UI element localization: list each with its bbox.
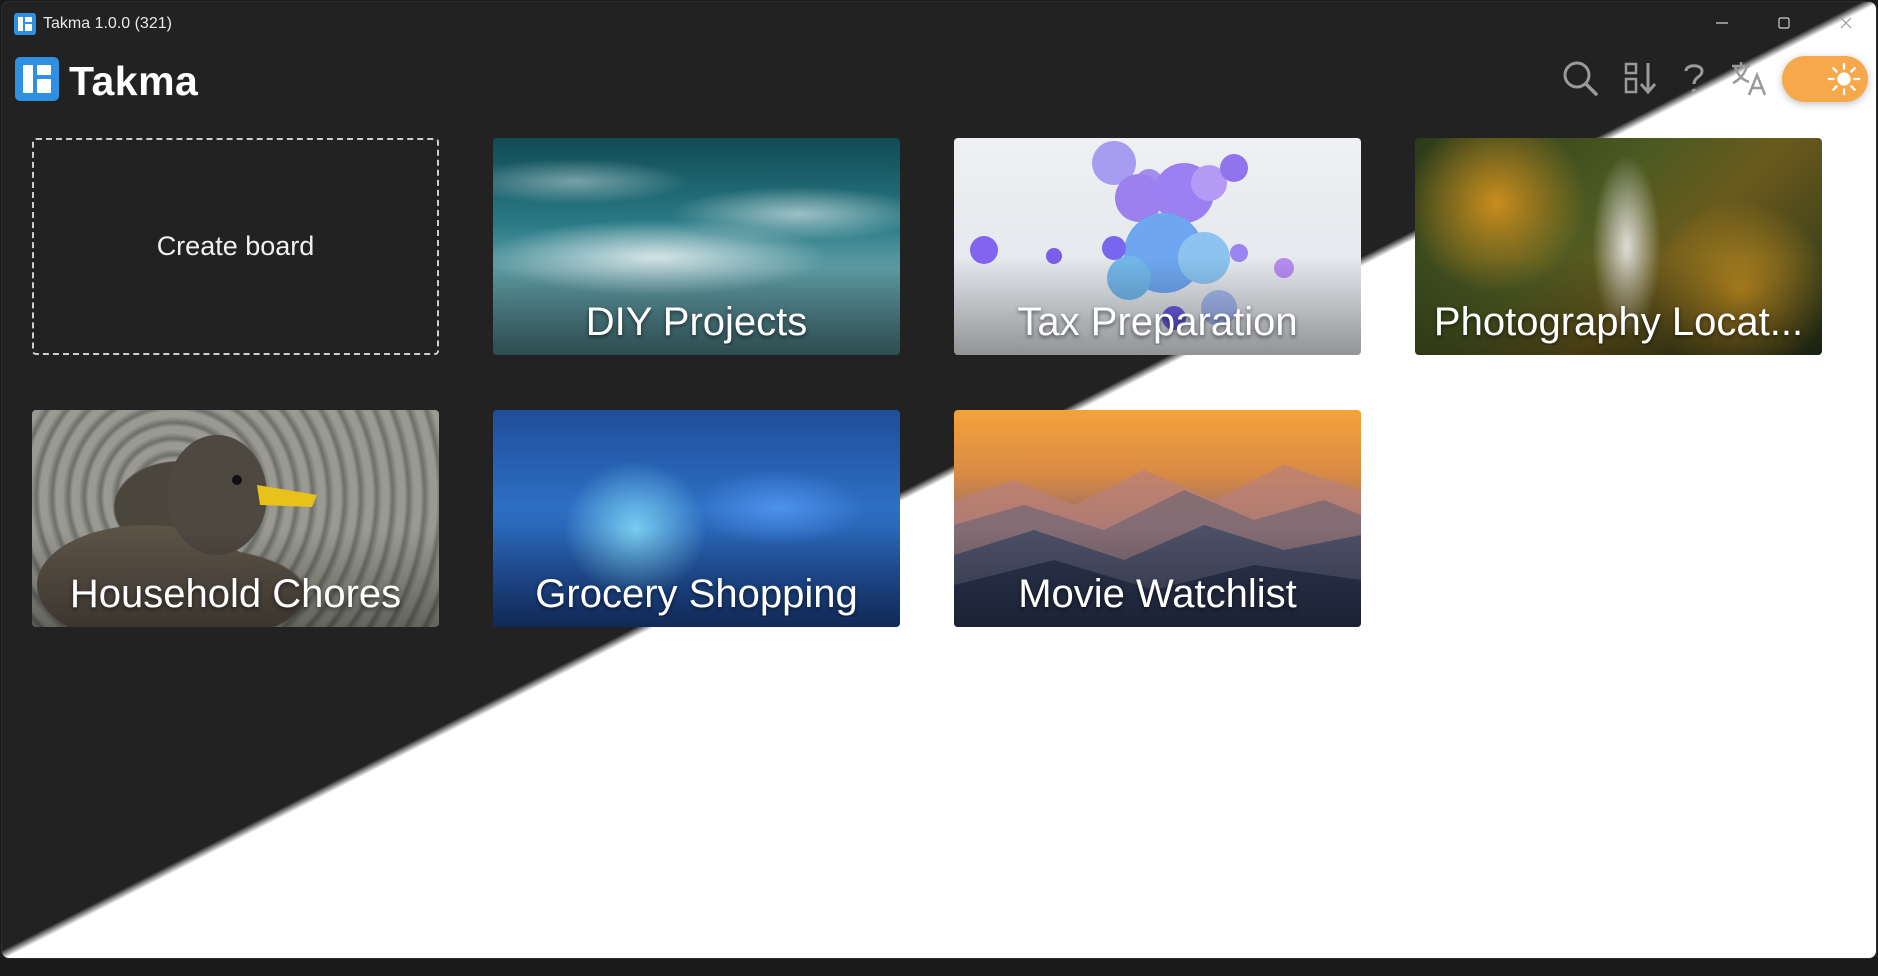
sort-button[interactable]: [1618, 56, 1662, 100]
window-title: Takma 1.0.0 (321): [43, 15, 172, 32]
search-icon: [1563, 61, 1598, 96]
sort-icon: [1624, 62, 1657, 95]
board-card[interactable]: Grocery Shopping: [493, 410, 900, 627]
create-board-button[interactable]: Create board: [32, 138, 439, 355]
close-button[interactable]: [1823, 8, 1869, 38]
close-icon: [1840, 17, 1852, 29]
maximize-button[interactable]: [1761, 8, 1807, 38]
board-title: Tax Preparation: [1017, 300, 1298, 344]
board-title: Household Chores: [69, 572, 402, 616]
board-card[interactable]: Photography Locat...: [1415, 138, 1822, 355]
takma-logo-icon: [15, 57, 59, 101]
board-title: Movie Watchlist: [1018, 572, 1297, 616]
app-brand-name: Takma: [69, 58, 199, 104]
board-card[interactable]: Household Chores: [32, 410, 439, 627]
search-button[interactable]: [1558, 56, 1602, 100]
board-card[interactable]: DIY Projects: [493, 138, 900, 355]
help-button[interactable]: [1672, 56, 1716, 100]
theme-toggle[interactable]: [1782, 56, 1868, 102]
app-header: Takma: [2, 46, 1876, 112]
app-logo-icon: [14, 13, 36, 35]
theme-toggle-knob: [1826, 61, 1862, 97]
sun-icon: [1827, 62, 1861, 96]
help-icon: [1684, 64, 1704, 94]
board-card[interactable]: Movie Watchlist: [954, 410, 1361, 627]
maximize-icon: [1778, 17, 1790, 29]
board-card[interactable]: Tax Preparation: [954, 138, 1361, 355]
board-title: DIY Projects: [585, 300, 808, 344]
board-title: Grocery Shopping: [535, 572, 858, 616]
title-bar: Takma 1.0.0 (321): [2, 2, 1876, 44]
minimize-icon: [1716, 22, 1728, 24]
minimize-button[interactable]: [1699, 8, 1745, 38]
create-board-label: Create board: [156, 231, 315, 261]
app-window: Takma 1.0.0 (321) Takma Create board DIY…: [1, 1, 1877, 959]
translate-button[interactable]: [1727, 56, 1771, 100]
board-title: Photography Locat...: [1433, 300, 1804, 344]
translate-icon: [1732, 62, 1767, 96]
